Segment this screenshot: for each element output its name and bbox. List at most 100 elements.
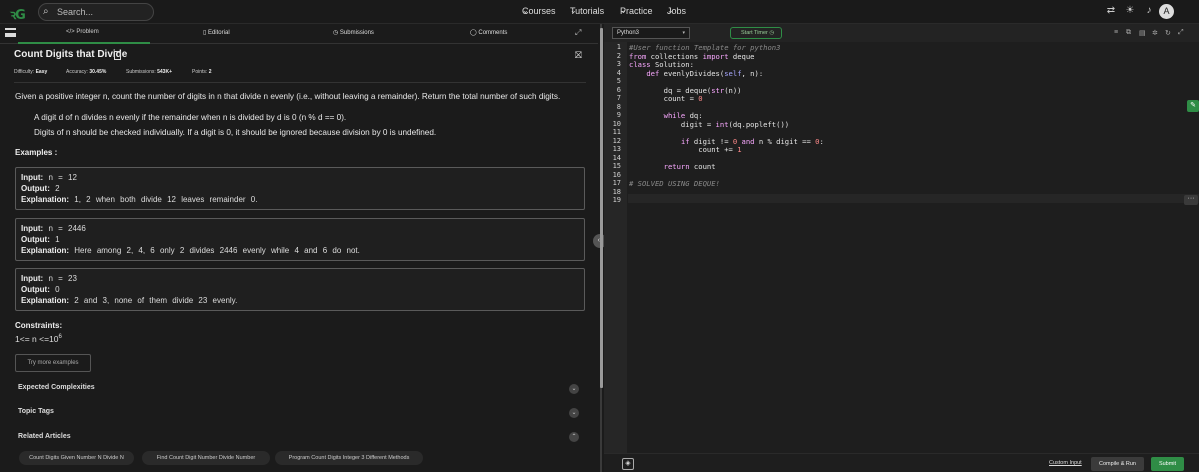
code-line: # SOLVED USING DEQUE!: [629, 179, 720, 188]
section-expected-complexities[interactable]: Expected Complexities: [18, 384, 95, 391]
code-line: return count: [663, 162, 716, 171]
chevron-down-icon[interactable]: ⌄: [569, 408, 579, 418]
gear-icon[interactable]: ✲: [1152, 29, 1158, 37]
line-number: 1: [616, 43, 621, 51]
related-article-link[interactable]: Count Digits Given Number N Divide N: [19, 451, 134, 465]
bell-icon[interactable]: ♪: [1143, 5, 1155, 17]
reset-icon[interactable]: ↻: [1165, 29, 1171, 37]
bookmark-icon[interactable]: [114, 51, 121, 60]
tab-editorial[interactable]: ▯ Editorial: [203, 29, 230, 36]
example-explanation: Explanation: 2 and 3, none of them divid…: [21, 296, 238, 305]
code-line: def evenlyDivides(self, n):: [646, 68, 764, 78]
line-number: 18: [612, 187, 621, 196]
avatar[interactable]: A: [1159, 4, 1174, 19]
line-number: 9: [616, 111, 621, 119]
line-number: 11: [612, 128, 621, 136]
line-number: 19: [612, 196, 621, 204]
example-input: Input: n = 2446: [21, 224, 86, 233]
chevron-down-icon: ▾: [682, 30, 685, 36]
expand-icon[interactable]: ⤢: [575, 28, 581, 38]
line-number: 15: [612, 162, 621, 170]
line-number: 6: [616, 85, 621, 94]
chevron-down-icon[interactable]: ⌄: [569, 384, 579, 394]
theme-toggle-icon[interactable]: ☀: [1124, 5, 1136, 17]
section-topic-tags[interactable]: Topic Tags: [18, 408, 54, 415]
start-timer-button[interactable]: Start Timer ◷: [730, 27, 782, 39]
line-numbers: 1 2 3 4 5 6 7 8 9 10 11 12 13 14 15 16 17 18 19: [604, 42, 627, 455]
difficulty: Difficulty: Easy: [14, 69, 48, 75]
translate-icon[interactable]: ⇄: [1105, 5, 1117, 17]
code-area[interactable]: #User function Template for python3 from…: [628, 42, 1199, 455]
gift-icon[interactable]: ⛝: [575, 50, 582, 61]
chat-widget-icon[interactable]: ✎: [1187, 100, 1199, 112]
submissions-count: Submissions: 543K+: [126, 69, 172, 75]
fullscreen-icon[interactable]: ⤢: [1178, 29, 1184, 37]
problem-note-1: A digit d of n divides n evenly if the r…: [34, 113, 347, 122]
editor-footer: ◈ Custom Input Compile & Run Submit: [604, 453, 1199, 472]
line-number: 5: [616, 77, 621, 85]
search-box[interactable]: ⌕ Search...: [38, 3, 154, 21]
line-number: 4: [616, 68, 621, 77]
constraints-heading: Constraints:: [15, 321, 63, 330]
code-line: count = 0: [629, 94, 703, 103]
example-explanation: Explanation: Here among 2, 4, 6 only 2 d…: [21, 246, 360, 255]
related-article-link[interactable]: Program Count Digits Integer 3 Different…: [275, 451, 423, 465]
chevron-down-icon: ⌄: [522, 6, 529, 15]
language-select[interactable]: Python3 ▾: [612, 27, 690, 39]
related-article-link[interactable]: Find Count Digit Number Divide Number: [142, 451, 270, 465]
ai-assist-icon[interactable]: ◈: [622, 458, 634, 470]
chevron-down-icon: ⌄: [667, 6, 674, 15]
try-more-examples-button[interactable]: Try more examples: [15, 354, 91, 372]
example-explanation: Explanation: 1, 2 when both divide 12 le…: [21, 195, 258, 204]
code-line: count += 1: [629, 145, 742, 154]
more-options-icon[interactable]: ···: [1184, 195, 1198, 205]
example-input: Input: n = 12: [21, 173, 77, 182]
example-output: Output: 0: [21, 285, 60, 294]
example-output: Output: 2: [21, 184, 60, 193]
custom-input-link[interactable]: Custom Input: [1049, 460, 1082, 466]
line-number: 10: [612, 119, 621, 128]
points: Points: 2: [192, 69, 212, 75]
copy-icon[interactable]: ⧉: [1126, 29, 1131, 37]
gfg-logo[interactable]: ꝛG: [10, 5, 34, 23]
divider: [14, 82, 586, 83]
scrollbar[interactable]: [600, 28, 603, 388]
tab-submissions[interactable]: ◷ Submissions: [333, 29, 374, 36]
tab-problem[interactable]: </> Problem: [66, 29, 99, 35]
line-number: 8: [616, 102, 621, 111]
problem-tabs: </> Problem ▯ Editorial ◷ Submissions ◯ …: [0, 24, 598, 44]
problem-statement: Given a positive integer n, count the nu…: [15, 92, 561, 101]
chevron-down-icon: ⌄: [620, 6, 627, 15]
chevron-up-icon[interactable]: ⌃: [569, 432, 579, 442]
settings-icon[interactable]: ≡: [1114, 29, 1118, 36]
line-number: 12: [612, 136, 621, 145]
submit-button[interactable]: Submit: [1151, 457, 1184, 471]
line-number: 16: [612, 170, 621, 179]
top-navbar: ꝛG ⌕ Search... Courses ⌄ Tutorials ⌄ Pra…: [0, 0, 1199, 24]
chevron-down-icon: ⌄: [570, 6, 577, 15]
problem-note-2: Digits of n should be checked individual…: [34, 128, 437, 137]
example-output: Output: 1: [21, 235, 60, 244]
compile-run-button[interactable]: Compile & Run: [1091, 457, 1144, 471]
line-number: 7: [616, 94, 621, 102]
example-box: Input: n = 23 Output: 0 Explanation: 2 a…: [15, 268, 585, 311]
example-box: Input: n = 12 Output: 2 Explanation: 1, …: [15, 167, 585, 210]
file-icon[interactable]: ▤: [1139, 29, 1146, 37]
problem-panel: </> Problem ▯ Editorial ◷ Submissions ◯ …: [0, 24, 598, 472]
accuracy: Accuracy: 30.45%: [66, 69, 107, 75]
line-number: 3: [616, 60, 621, 68]
section-related-articles[interactable]: Related Articles: [18, 433, 71, 440]
code-line: digit = int(dq.popleft()): [629, 119, 790, 129]
search-placeholder: Search...: [57, 7, 94, 17]
line-number: 14: [612, 153, 621, 162]
line-number: 2: [616, 51, 621, 60]
editor-toolbar: Python3 ▾ Start Timer ◷ ≡ ⧉ ▤ ✲ ↻ ⤢: [604, 24, 1199, 42]
example-input: Input: n = 23: [21, 274, 77, 283]
active-tab-indicator: [18, 42, 150, 44]
tab-comments[interactable]: ◯ Comments: [470, 29, 507, 36]
line-number: 17: [612, 179, 621, 187]
search-icon: ⌕: [43, 6, 49, 17]
menu-icon[interactable]: [5, 28, 16, 37]
example-box: Input: n = 2446 Output: 1 Explanation: H…: [15, 218, 585, 261]
current-line-highlight: [628, 194, 1199, 203]
